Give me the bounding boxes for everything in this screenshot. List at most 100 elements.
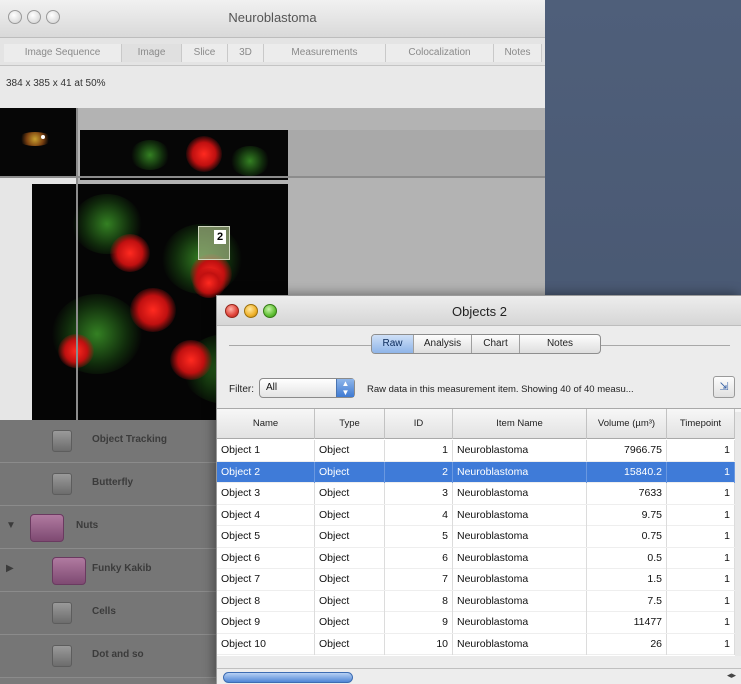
cell-timepoint: 1 bbox=[667, 612, 735, 633]
zx-thumbnail[interactable] bbox=[0, 108, 78, 176]
table-row[interactable]: Object 7 Object 7 Neuroblastoma 1.5 1 bbox=[217, 569, 741, 591]
objects-window: Objects 2 Raw Analysis Chart Notes Filte… bbox=[216, 295, 741, 684]
sidebar-item-label: Nuts bbox=[76, 520, 99, 531]
export-button[interactable]: ⇲ bbox=[713, 376, 735, 398]
cell-timepoint: 1 bbox=[667, 547, 735, 569]
crosshair-vertical[interactable] bbox=[76, 108, 78, 420]
cell-item-name: Neuroblastoma bbox=[453, 526, 587, 547]
image-dimensions: 384 x 385 x 41 at 50% bbox=[6, 78, 106, 89]
cell-type: Object bbox=[315, 569, 385, 590]
table-row[interactable]: Object 5 Object 5 Neuroblastoma 0.75 1 bbox=[217, 526, 741, 548]
measurement-info: Raw data in this measurement item. Showi… bbox=[367, 384, 634, 395]
cell-type: Object bbox=[315, 547, 385, 569]
tab-analysis[interactable]: Analysis bbox=[414, 335, 472, 353]
cell-timepoint: 1 bbox=[667, 461, 735, 483]
crosshair-horizontal[interactable] bbox=[0, 176, 545, 178]
tab-colocalization[interactable]: Colocalization bbox=[386, 44, 494, 62]
table-row[interactable]: Object 10 Object 10 Neuroblastoma 26 1 bbox=[217, 633, 741, 655]
cell-volume: 0.75 bbox=[587, 526, 667, 547]
sidebar-item[interactable]: Object Tracking bbox=[0, 420, 220, 463]
cell-type: Object bbox=[315, 633, 385, 655]
cell-name: Object 10 bbox=[217, 633, 315, 655]
cell-volume: 15840.2 bbox=[587, 461, 667, 483]
filter-label: Filter: bbox=[229, 384, 254, 395]
object-marker[interactable]: 2 bbox=[198, 226, 230, 260]
table-row[interactable]: Object 4 Object 4 Neuroblastoma 9.75 1 bbox=[217, 504, 741, 526]
sidebar-item[interactable]: ▼ Nuts bbox=[0, 506, 220, 549]
scroll-arrows-icon[interactable]: ◂▸ bbox=[727, 670, 736, 681]
item-icon bbox=[52, 473, 72, 495]
item-icon bbox=[52, 602, 72, 624]
tab-slice[interactable]: Slice bbox=[182, 44, 228, 62]
tab-3d[interactable]: 3D bbox=[228, 44, 264, 62]
disclosure-down-icon[interactable]: ▼ bbox=[6, 520, 16, 531]
cell-type: Object bbox=[315, 526, 385, 547]
sidebar-item[interactable]: Dot and so bbox=[0, 635, 220, 678]
cell-name: Object 7 bbox=[217, 569, 315, 590]
cell-volume: 7966.75 bbox=[587, 440, 667, 461]
item-icon bbox=[52, 430, 72, 452]
column-header-id[interactable]: ID bbox=[385, 409, 453, 439]
viewer-background-band bbox=[288, 130, 545, 178]
table-header: Name Type ID Item Name Volume (µm³) Time… bbox=[217, 409, 741, 439]
column-header-item-name[interactable]: Item Name bbox=[453, 409, 587, 439]
cell-volume: 0.5 bbox=[587, 547, 667, 569]
cell-volume: 1.5 bbox=[587, 569, 667, 590]
sidebar-item[interactable]: Cells bbox=[0, 592, 220, 635]
cell-id: 1 bbox=[385, 440, 453, 461]
cell-item-name: Neuroblastoma bbox=[453, 569, 587, 590]
cell-item-name: Neuroblastoma bbox=[453, 590, 587, 612]
table-row[interactable]: Object 9 Object 9 Neuroblastoma 11477 1 bbox=[217, 612, 741, 634]
cell-id: 7 bbox=[385, 569, 453, 590]
cell-id: 3 bbox=[385, 483, 453, 504]
horizontal-scrollbar[interactable]: ◂▸ bbox=[217, 668, 741, 684]
column-header-timepoint[interactable]: Timepoint bbox=[667, 409, 735, 439]
disclosure-right-icon[interactable]: ▶ bbox=[6, 563, 14, 574]
item-icon bbox=[52, 645, 72, 667]
column-header-name[interactable]: Name bbox=[217, 409, 315, 439]
cell-type: Object bbox=[315, 483, 385, 504]
cell-id: 10 bbox=[385, 633, 453, 655]
cell-id: 6 bbox=[385, 547, 453, 569]
table-row[interactable]: Object 3 Object 3 Neuroblastoma 7633 1 bbox=[217, 483, 741, 505]
tab-raw[interactable]: Raw bbox=[372, 335, 414, 353]
sidebar-item-label: Dot and so bbox=[92, 649, 144, 660]
cell-name: Object 1 bbox=[217, 440, 315, 461]
folder-icon bbox=[30, 514, 64, 542]
cell-item-name: Neuroblastoma bbox=[453, 504, 587, 526]
cell-id: 5 bbox=[385, 526, 453, 547]
table-row[interactable]: Object 6 Object 6 Neuroblastoma 0.5 1 bbox=[217, 547, 741, 569]
xz-slice-view[interactable] bbox=[80, 130, 288, 180]
cell-volume: 11477 bbox=[587, 612, 667, 633]
table-row[interactable]: Object 2 Object 2 Neuroblastoma 15840.2 1 bbox=[217, 461, 741, 483]
sidebar-item[interactable]: Butterfly bbox=[0, 463, 220, 506]
tab-notes[interactable]: Notes bbox=[520, 335, 600, 353]
sidebar-item-label: Butterfly bbox=[92, 477, 134, 488]
cell-item-name: Neuroblastoma bbox=[453, 633, 587, 655]
cell-item-name: Neuroblastoma bbox=[453, 547, 587, 569]
cell-timepoint: 1 bbox=[667, 569, 735, 590]
cell-type: Object bbox=[315, 612, 385, 633]
tab-measurements[interactable]: Measurements bbox=[264, 44, 386, 62]
horizontal-scroll-thumb[interactable] bbox=[223, 672, 353, 683]
table-row[interactable]: Object 1 Object 1 Neuroblastoma 7966.75 1 bbox=[217, 440, 741, 462]
column-header-type[interactable]: Type bbox=[315, 409, 385, 439]
table-row[interactable]: Object 8 Object 8 Neuroblastoma 7.5 1 bbox=[217, 590, 741, 612]
tab-image-sequence[interactable]: Image Sequence bbox=[4, 44, 122, 62]
cell-volume: 9.75 bbox=[587, 504, 667, 526]
sidebar-item-label: Object Tracking bbox=[92, 434, 168, 445]
filter-value: All bbox=[266, 382, 278, 393]
cell-name: Object 6 bbox=[217, 547, 315, 569]
tab-image[interactable]: Image bbox=[122, 44, 182, 62]
cell-type: Object bbox=[315, 440, 385, 461]
tab-chart[interactable]: Chart bbox=[472, 335, 520, 353]
cell-volume: 7.5 bbox=[587, 590, 667, 612]
sidebar-item[interactable]: ▶ Funky Kakib bbox=[0, 549, 220, 592]
view-segmented-control: Raw Analysis Chart Notes bbox=[371, 334, 601, 354]
tab-notes[interactable]: Notes bbox=[494, 44, 542, 62]
vertical-scrollbar[interactable] bbox=[735, 412, 741, 656]
cell-name: Object 9 bbox=[217, 612, 315, 633]
column-header-volume[interactable]: Volume (µm³) bbox=[587, 409, 667, 439]
cell-item-name: Neuroblastoma bbox=[453, 440, 587, 461]
filter-select[interactable]: All ▲ ▼ bbox=[259, 378, 355, 398]
